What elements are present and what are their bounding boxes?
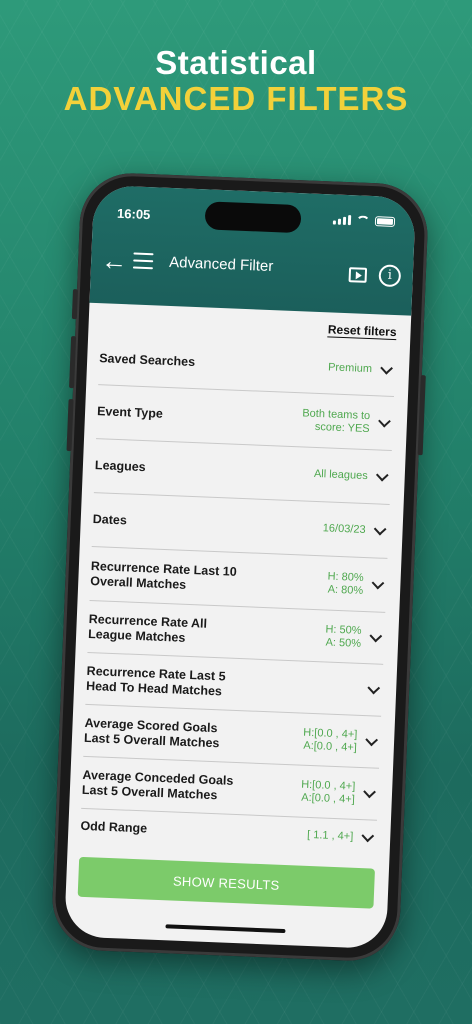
- chevron-down-icon[interactable]: [371, 576, 385, 590]
- filter-value-group: H:[0.0 , 4+] A:[0.0 , 4+]: [300, 778, 378, 807]
- status-icons: [332, 214, 396, 227]
- headline-title: Statistical: [155, 44, 317, 81]
- filter-value-group: Premium: [328, 361, 395, 377]
- filter-label: Dates: [92, 512, 128, 528]
- phone-volume-down: [66, 398, 74, 452]
- filter-content: Reset filters Saved Searches Premium Event…: [64, 303, 411, 949]
- dynamic-island: [204, 201, 302, 234]
- headline-subtitle: ADVANCED FILTERS: [63, 80, 409, 117]
- filter-value: Both teams to score: YES: [302, 406, 371, 435]
- filter-value: All leagues: [313, 467, 368, 483]
- phone-screen: 16:05 ← Advanced Filter i Reset filters …: [64, 184, 416, 950]
- filter-label: Recurrence Rate All League Matches: [87, 611, 208, 645]
- filter-label: Event Type: [96, 404, 164, 421]
- chevron-down-icon[interactable]: [369, 629, 383, 643]
- filter-value: H:[0.0 , 4+] A:[0.0 , 4+]: [303, 726, 358, 754]
- phone-power-button: [417, 375, 426, 456]
- filter-value: 16/03/23: [322, 522, 366, 537]
- filter-value: H:[0.0 , 4+] A:[0.0 , 4+]: [300, 778, 356, 806]
- app-header: 16:05 ← Advanced Filter i: [89, 184, 416, 316]
- chevron-down-icon[interactable]: [365, 733, 379, 747]
- battery-icon: [374, 216, 396, 227]
- filter-value-group: H:[0.0 , 4+] A:[0.0 , 4+]: [302, 726, 380, 755]
- chevron-down-icon[interactable]: [378, 414, 391, 428]
- filter-value: H: 50% A: 50%: [325, 622, 362, 650]
- chevron-down-icon[interactable]: [380, 361, 393, 375]
- chevron-down-icon[interactable]: [373, 522, 387, 536]
- show-results-button[interactable]: SHOW RESULTS: [77, 856, 376, 909]
- page-title: Advanced Filter: [168, 253, 274, 276]
- filter-label: Average Scored Goals Last 5 Overall Matc…: [83, 715, 220, 750]
- filter-label: Saved Searches: [98, 351, 196, 370]
- filter-value-group: 16/03/23: [323, 522, 389, 538]
- filter-value-group: [ 1.1 , 4+]: [307, 828, 377, 844]
- filter-label: Recurrence Rate Last 10 Overall Matches: [90, 558, 238, 592]
- back-arrow-icon[interactable]: ←: [101, 245, 128, 276]
- video-play-icon[interactable]: [348, 267, 368, 283]
- phone-mute-switch: [71, 289, 79, 320]
- filter-value: H: 80% A: 80%: [327, 570, 364, 597]
- chevron-down-icon[interactable]: [367, 681, 381, 695]
- phone-frame: 16:05 ← Advanced Filter i Reset filters …: [50, 171, 430, 963]
- nav-bar: ← Advanced Filter i: [90, 243, 413, 296]
- filter-value: [ 1.1 , 4+]: [306, 828, 354, 843]
- wifi-icon: [355, 215, 371, 226]
- filter-value-group: H: 80% A: 80%: [327, 570, 387, 598]
- signal-icon: [332, 214, 352, 226]
- filter-label: Recurrence Rate Last 5 Head To Head Matc…: [85, 663, 226, 698]
- status-time: 16:05: [116, 205, 151, 223]
- filter-value-group: [359, 681, 382, 695]
- filter-label: Odd Range: [80, 818, 148, 835]
- chevron-down-icon[interactable]: [361, 828, 375, 842]
- filter-value-group: Both teams to score: YES: [302, 407, 394, 437]
- reset-filters-link[interactable]: Reset filters: [327, 322, 397, 341]
- filter-label: Average Conceded Goals Last 5 Overall Ma…: [81, 767, 234, 802]
- phone-volume-up: [69, 336, 77, 389]
- hamburger-menu-icon[interactable]: [132, 252, 154, 274]
- filter-value-group: All leagues: [314, 468, 391, 484]
- filter-list: Saved Searches Premium Event Type Both team…: [80, 333, 397, 854]
- filter-label: Leagues: [94, 458, 146, 475]
- info-icon[interactable]: i: [378, 264, 402, 288]
- filter-value: Premium: [327, 361, 373, 376]
- chevron-down-icon[interactable]: [375, 468, 389, 482]
- chevron-down-icon[interactable]: [363, 785, 376, 799]
- filter-value-group: H: 50% A: 50%: [325, 623, 385, 651]
